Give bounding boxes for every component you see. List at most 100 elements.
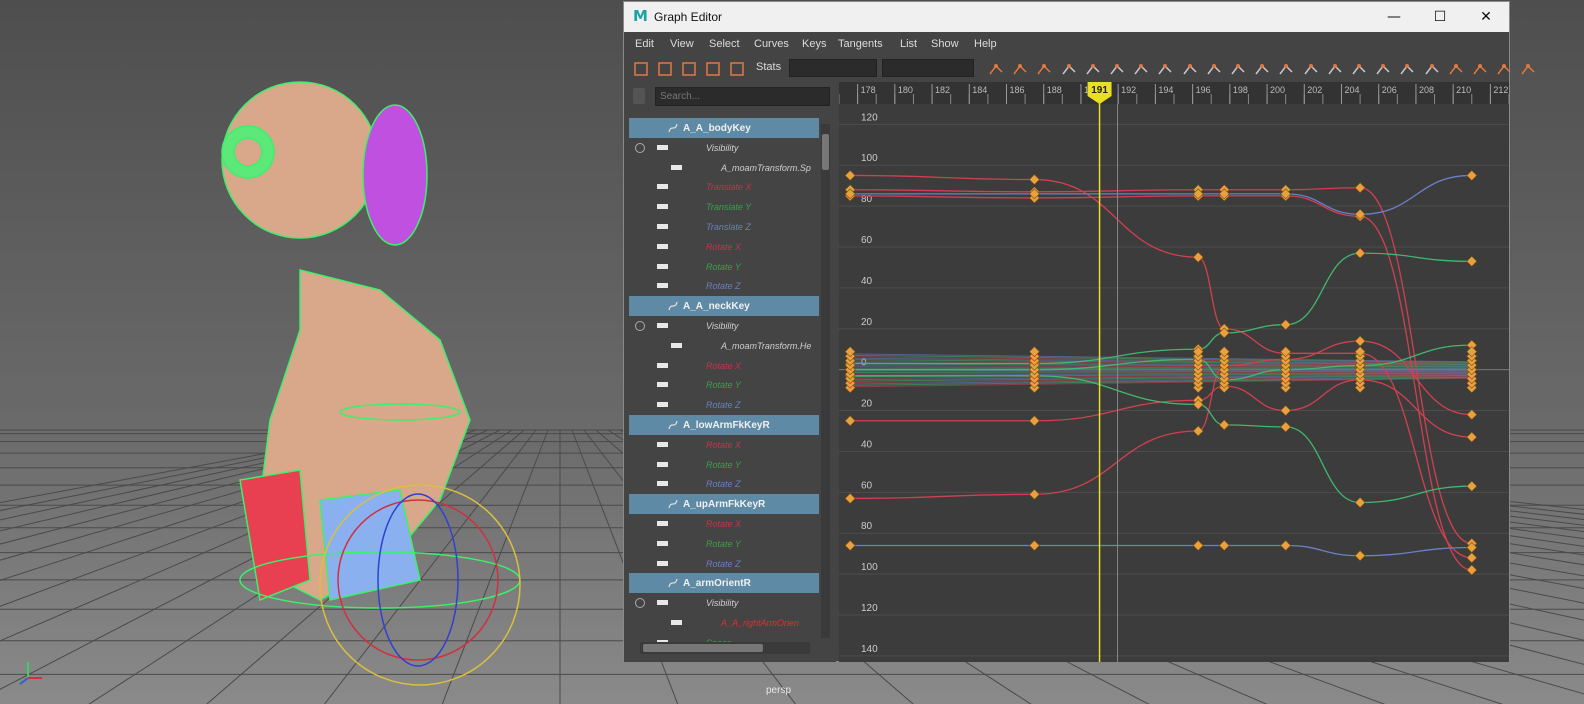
- collapse-icon[interactable]: [635, 142, 645, 153]
- node-label: A_A_neckKey: [683, 301, 750, 313]
- value-label: 120: [861, 603, 878, 614]
- camera-label: persp: [766, 685, 792, 696]
- node-row[interactable]: A_lowArmFkKeyR: [629, 415, 819, 435]
- keyframe: [1028, 174, 1040, 185]
- channel-icon: [657, 382, 668, 388]
- channel-icon: [657, 224, 668, 229]
- channel-icon: [657, 283, 668, 289]
- insert-key-icon[interactable]: [656, 60, 674, 78]
- post-infinity-icon[interactable]: [1399, 60, 1417, 78]
- channel-label: Visibility: [706, 142, 739, 153]
- keyframe: [844, 170, 856, 181]
- plateau-tangent-icon[interactable]: [1206, 60, 1224, 78]
- free-weight-icon[interactable]: [1278, 60, 1296, 78]
- menu-show[interactable]: Show: [931, 38, 959, 50]
- menu-keys[interactable]: Keys: [802, 38, 826, 50]
- trax-icon[interactable]: [1496, 60, 1514, 78]
- lock-weight-icon[interactable]: [1303, 60, 1321, 78]
- keyframe: [1280, 540, 1292, 551]
- value-label: 140: [861, 644, 878, 655]
- step-tangent-icon[interactable]: [1182, 60, 1200, 78]
- frame-tick-label: 202: [1307, 85, 1322, 95]
- channel-label: A_A_rightArmOrien: [721, 618, 800, 628]
- frame-tick-label: 210: [1456, 85, 1471, 95]
- keyframe: [1028, 540, 1040, 551]
- collapse-icon[interactable]: [635, 321, 645, 331]
- normalize-icon[interactable]: [1327, 60, 1345, 78]
- channel-label: Rotate Y: [706, 380, 741, 391]
- node-row[interactable]: A_armOrientR: [629, 573, 819, 594]
- outliner-scrollbar[interactable]: [821, 124, 830, 638]
- lock-icon[interactable]: [633, 88, 645, 104]
- close-button[interactable]: ✕: [1463, 2, 1509, 32]
- menu-list[interactable]: List: [900, 38, 917, 50]
- title-bar[interactable]: M Graph Editor — ☐ ✕: [624, 2, 1509, 32]
- auto-tangent-icon[interactable]: [1061, 60, 1079, 78]
- curve-node-icon: [667, 122, 679, 134]
- frame-all-icon[interactable]: [988, 60, 1006, 78]
- retime-icon[interactable]: [728, 60, 746, 78]
- channel-label: A_moamTransform.He: [721, 340, 812, 351]
- swap-buffer-icon[interactable]: [1448, 60, 1466, 78]
- collapse-icon[interactable]: [635, 598, 645, 609]
- curve-node-icon: [667, 498, 679, 510]
- region-select-icon[interactable]: [704, 60, 722, 78]
- menu-tangents[interactable]: Tangents: [838, 38, 883, 50]
- animation-curve: [850, 375, 1472, 504]
- time-editor-icon[interactable]: [1520, 60, 1538, 78]
- unify-tangent-icon[interactable]: [1254, 60, 1272, 78]
- flat-tangent-icon[interactable]: [1157, 60, 1175, 78]
- keyframe: [1466, 552, 1478, 564]
- pre-infinity-icon[interactable]: [1375, 60, 1393, 78]
- dope-sheet-icon[interactable]: [1472, 60, 1490, 78]
- break-tangent-icon[interactable]: [1230, 60, 1248, 78]
- graph-panel[interactable]: 1781801821841861881901921941961982002022…: [839, 82, 1509, 662]
- animation-curve: [850, 252, 1472, 365]
- stats-field-2[interactable]: [882, 59, 974, 77]
- keyframe: [844, 540, 856, 551]
- channel-label: Rotate Y: [706, 261, 741, 272]
- window-title: Graph Editor: [654, 10, 723, 24]
- frame-tick-label: 178: [861, 85, 876, 95]
- linear-tangent-icon[interactable]: [1133, 60, 1151, 78]
- graph-editor-window[interactable]: M Graph Editor — ☐ ✕ Edit View Select Cu…: [623, 1, 1535, 662]
- keyframe: [1028, 488, 1040, 500]
- scroll-thumb[interactable]: [822, 134, 829, 170]
- channel-label: Rotate X: [706, 519, 742, 529]
- node-label: A_upArmFkKeyR: [683, 499, 766, 511]
- center-current-icon[interactable]: [1036, 60, 1054, 78]
- search-input[interactable]: Search...: [655, 87, 830, 106]
- keyframe: [1466, 409, 1478, 421]
- scroll-thumb[interactable]: [643, 644, 763, 652]
- curve-graph[interactable]: 1781801821841861881901921941961982002022…: [839, 82, 1509, 662]
- menu-view[interactable]: View: [670, 38, 694, 50]
- channel-label: Translate Z: [706, 222, 751, 232]
- node-row[interactable]: A_upArmFkKeyR: [629, 494, 819, 515]
- minimize-button[interactable]: —: [1371, 2, 1417, 32]
- move-key-icon[interactable]: [632, 60, 650, 78]
- stats-field-1[interactable]: [789, 59, 877, 77]
- channel-label: Rotate X: [706, 439, 742, 450]
- keyframe: [1192, 425, 1204, 437]
- outliner-h-scrollbar[interactable]: [640, 642, 810, 654]
- channel-icon: [657, 560, 668, 566]
- spline-tangent-icon[interactable]: [1085, 60, 1103, 78]
- keyframe: [1354, 182, 1366, 194]
- channel-icon: [657, 441, 668, 447]
- node-row[interactable]: A_A_neckKey: [629, 296, 819, 317]
- node-row[interactable]: A_A_bodyKey: [629, 118, 819, 138]
- menu-curves[interactable]: Curves: [754, 38, 789, 50]
- menu-select[interactable]: Select: [709, 38, 740, 50]
- denormalize-icon[interactable]: [1351, 60, 1369, 78]
- value-label: 80: [861, 521, 873, 532]
- frame-tick-label: 198: [1233, 85, 1248, 95]
- buffer-curve-icon[interactable]: [1424, 60, 1442, 78]
- menu-help[interactable]: Help: [974, 38, 997, 50]
- lattice-icon[interactable]: [680, 60, 698, 78]
- maximize-button[interactable]: ☐: [1417, 2, 1463, 32]
- frame-selection-icon[interactable]: [1012, 60, 1030, 78]
- clamped-tangent-icon[interactable]: [1109, 60, 1127, 78]
- value-label: 60: [861, 235, 873, 246]
- value-label: 20: [861, 399, 873, 410]
- menu-edit[interactable]: Edit: [635, 38, 654, 50]
